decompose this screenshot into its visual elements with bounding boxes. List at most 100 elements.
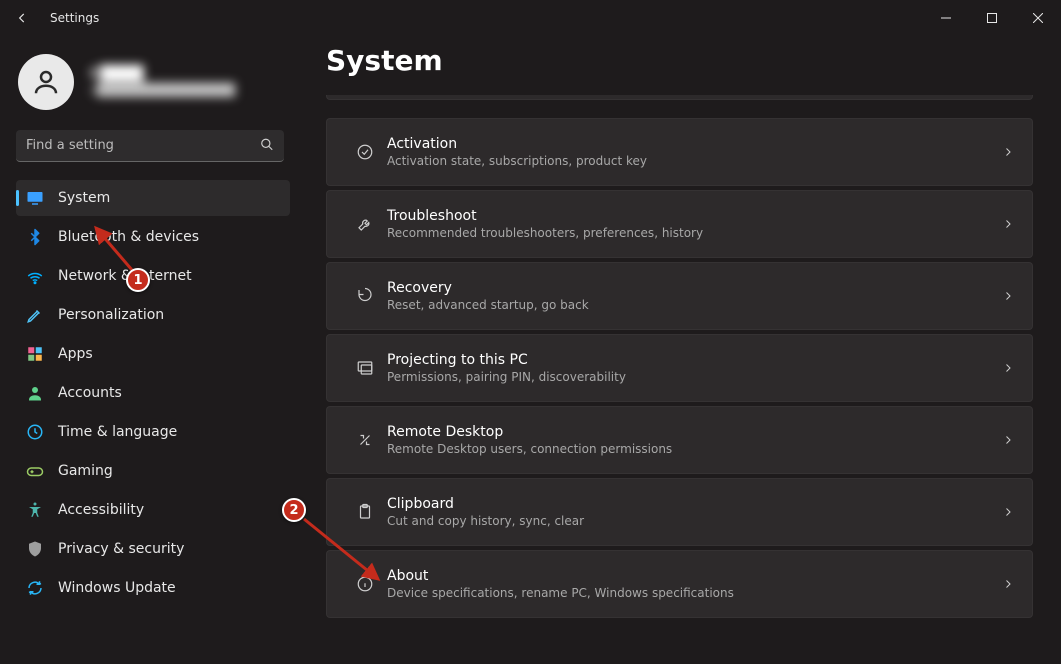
card-title: Activation: [387, 136, 1002, 152]
chevron-right-icon: [1002, 215, 1014, 234]
search-wrap: [16, 130, 284, 162]
search-input[interactable]: [16, 130, 284, 162]
card-text: Recovery Reset, advanced startup, go back: [385, 280, 1002, 312]
avatar-icon: [31, 67, 61, 97]
nav-item-accounts[interactable]: Accounts: [16, 375, 290, 411]
bluetooth-icon: [26, 228, 44, 246]
recovery-icon: [345, 287, 385, 305]
nav-item-gaming[interactable]: Gaming: [16, 453, 290, 489]
system-icon: [26, 189, 44, 207]
apps-icon: [26, 345, 44, 363]
back-arrow-icon: [15, 11, 29, 25]
nav-item-privacy[interactable]: Privacy & security: [16, 531, 290, 567]
update-icon: [26, 579, 44, 597]
chevron-right-icon: [1002, 143, 1014, 162]
chevron-right-icon: [1002, 359, 1014, 378]
nav-item-accessibility[interactable]: Accessibility: [16, 492, 290, 528]
nav-item-label: Network & internet: [58, 268, 192, 284]
search-icon: [260, 137, 274, 156]
privacy-icon: [26, 540, 44, 558]
nav-item-label: System: [58, 190, 110, 206]
sidebar: C████ c███████████████ System Bluetooth &…: [0, 36, 300, 664]
annotation-badge-1: 1: [126, 268, 150, 292]
card-subtitle: Recommended troubleshooters, preferences…: [387, 226, 1002, 240]
nav-item-label: Privacy & security: [58, 541, 184, 557]
cards-list: Activation Activation state, subscription…: [326, 95, 1033, 618]
nav-item-apps[interactable]: Apps: [16, 336, 290, 372]
card-text: Clipboard Cut and copy history, sync, cle…: [385, 496, 1002, 528]
nav-item-bluetooth[interactable]: Bluetooth & devices: [16, 219, 290, 255]
title-bar: Settings: [0, 0, 1061, 36]
card-subtitle: Activation state, subscriptions, product…: [387, 154, 1002, 168]
maximize-icon: [987, 13, 997, 23]
nav-item-label: Gaming: [58, 463, 113, 479]
nav-item-label: Accessibility: [58, 502, 144, 518]
app-title: Settings: [50, 11, 99, 25]
content: System Activation Activation state, subsc…: [300, 36, 1061, 664]
chevron-right-icon: [1002, 287, 1014, 306]
nav-item-time[interactable]: Time & language: [16, 414, 290, 450]
accessibility-icon: [26, 501, 44, 519]
user-name: C████: [90, 66, 235, 84]
nav-item-label: Windows Update: [58, 580, 176, 596]
projecting-icon: [345, 359, 385, 377]
nav-item-network[interactable]: Network & internet: [16, 258, 290, 294]
chevron-right-icon: [1002, 575, 1014, 594]
annotation-badge-2: 2: [282, 498, 306, 522]
nav-list: System Bluetooth & devices Network & inter…: [16, 180, 290, 606]
clipboard-icon: [345, 503, 385, 521]
card-recovery[interactable]: Recovery Reset, advanced startup, go back: [326, 262, 1033, 330]
card-activation[interactable]: Activation Activation state, subscription…: [326, 118, 1033, 186]
page-title: System: [326, 44, 1033, 77]
card-title: Recovery: [387, 280, 1002, 296]
settings-window: Settings C████ c██████████████: [0, 0, 1061, 664]
card-about[interactable]: About Device specifications, rename PC, W…: [326, 550, 1033, 618]
nav-item-update[interactable]: Windows Update: [16, 570, 290, 606]
card-projecting[interactable]: Projecting to this PC Permissions, pairin…: [326, 334, 1033, 402]
minimize-icon: [941, 13, 951, 23]
nav-item-system[interactable]: System: [16, 180, 290, 216]
card-subtitle: Cut and copy history, sync, clear: [387, 514, 1002, 528]
chevron-right-icon: [1002, 503, 1014, 522]
nav-item-label: Personalization: [58, 307, 164, 323]
network-icon: [26, 267, 44, 285]
avatar: [18, 54, 74, 110]
card-subtitle: Permissions, pairing PIN, discoverabilit…: [387, 370, 1002, 384]
user-block[interactable]: C████ c███████████████: [10, 48, 290, 124]
card-clipboard[interactable]: Clipboard Cut and copy history, sync, cle…: [326, 478, 1033, 546]
gaming-icon: [26, 462, 44, 480]
card-title: About: [387, 568, 1002, 584]
card-text: About Device specifications, rename PC, W…: [385, 568, 1002, 600]
card-text: Remote Desktop Remote Desktop users, conn…: [385, 424, 1002, 456]
card-title: Remote Desktop: [387, 424, 1002, 440]
main-area: C████ c███████████████ System Bluetooth &…: [0, 36, 1061, 664]
troubleshoot-icon: [345, 215, 385, 233]
card-subtitle: Remote Desktop users, connection permiss…: [387, 442, 1002, 456]
minimize-button[interactable]: [923, 0, 969, 36]
back-button[interactable]: [0, 0, 44, 36]
nav-item-personalization[interactable]: Personalization: [16, 297, 290, 333]
remote-icon: [345, 431, 385, 449]
user-email: c███████████████: [90, 83, 235, 98]
card-remote[interactable]: Remote Desktop Remote Desktop users, conn…: [326, 406, 1033, 474]
chevron-right-icon: [1002, 431, 1014, 450]
time-icon: [26, 423, 44, 441]
card-title: Clipboard: [387, 496, 1002, 512]
card-title: Troubleshoot: [387, 208, 1002, 224]
maximize-button[interactable]: [969, 0, 1015, 36]
about-icon: [345, 575, 385, 593]
window-controls: [923, 0, 1061, 36]
close-button[interactable]: [1015, 0, 1061, 36]
card-subtitle: Reset, advanced startup, go back: [387, 298, 1002, 312]
accounts-icon: [26, 384, 44, 402]
card-troubleshoot[interactable]: Troubleshoot Recommended troubleshooters,…: [326, 190, 1033, 258]
nav-item-label: Bluetooth & devices: [58, 229, 199, 245]
close-icon: [1033, 13, 1043, 23]
card-text: Activation Activation state, subscription…: [385, 136, 1002, 168]
card-subtitle: Device specifications, rename PC, Window…: [387, 586, 1002, 600]
card-title: Projecting to this PC: [387, 352, 1002, 368]
card-text: Projecting to this PC Permissions, pairin…: [385, 352, 1002, 384]
previous-card-sliver[interactable]: [326, 95, 1033, 100]
activation-icon: [345, 143, 385, 161]
nav-item-label: Time & language: [58, 424, 177, 440]
